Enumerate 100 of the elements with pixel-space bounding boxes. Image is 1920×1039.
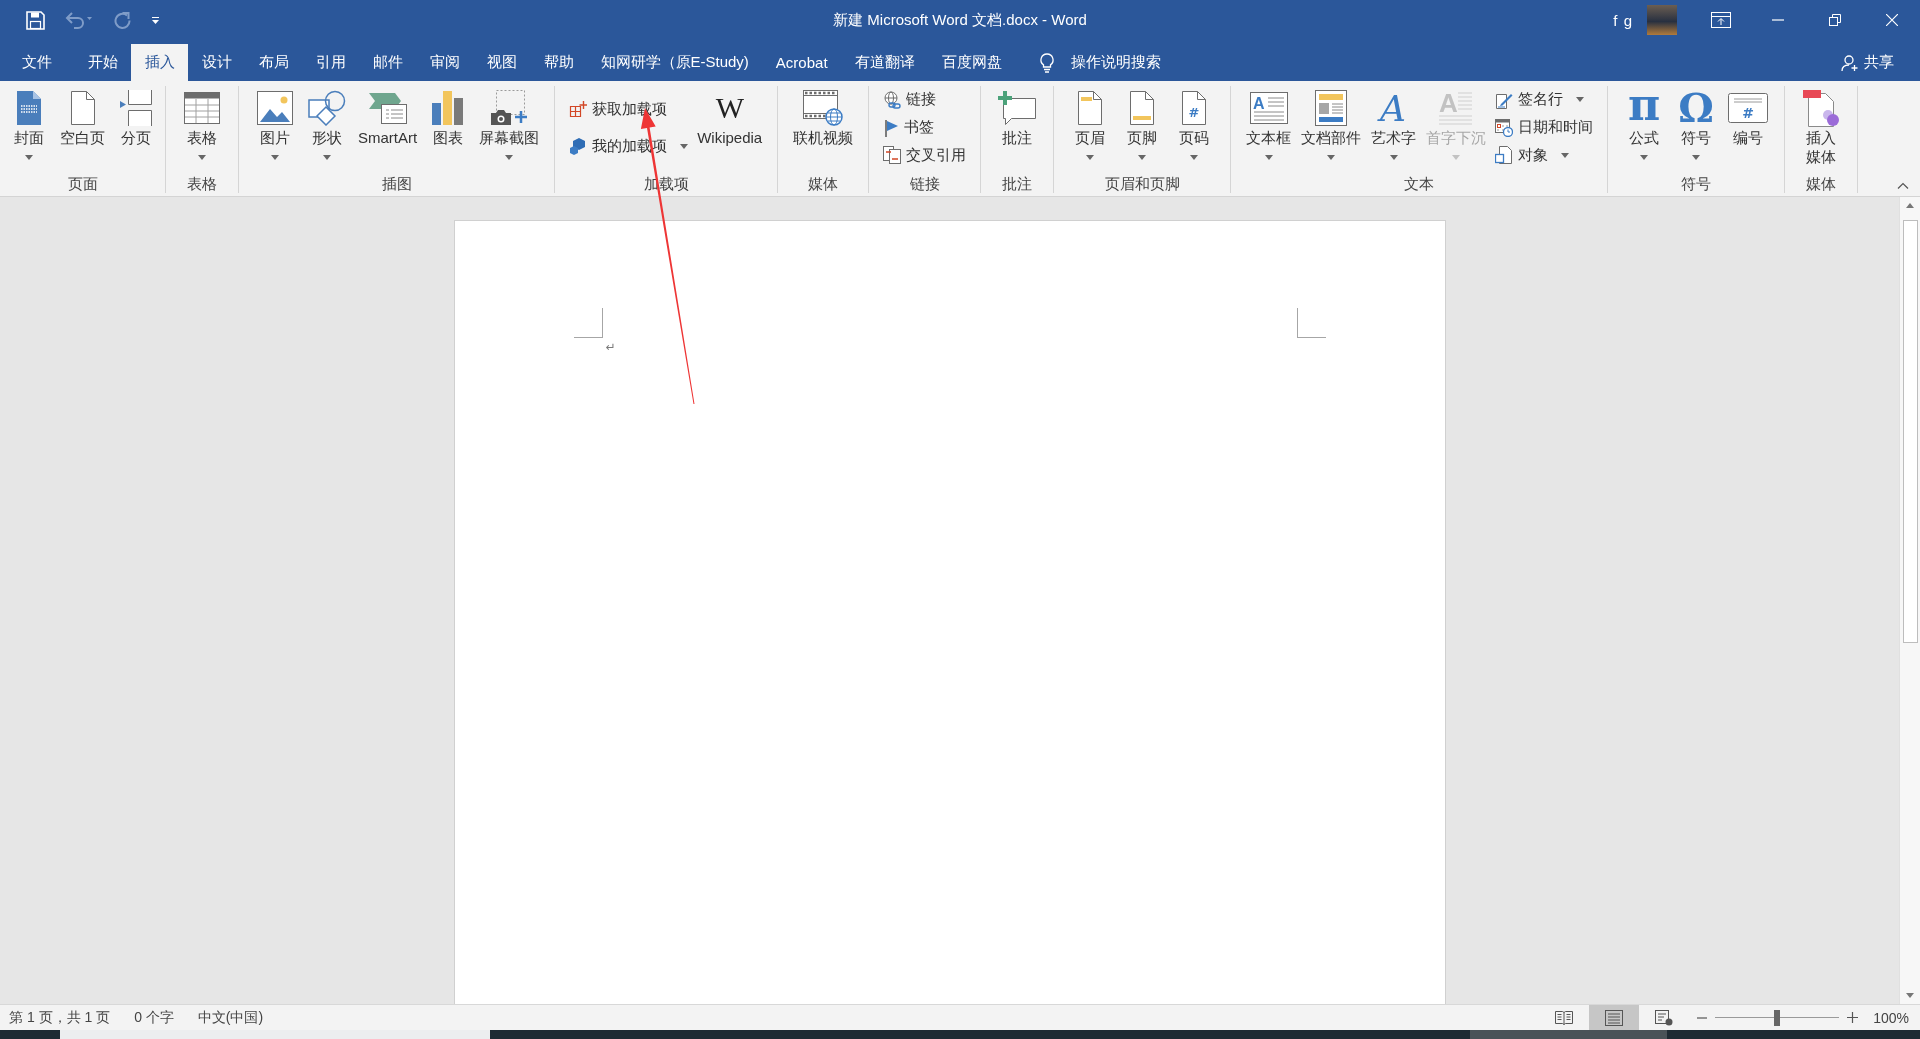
picture-icon <box>257 91 293 125</box>
window-title: 新建 Microsoft Word 文档.docx - Word <box>833 10 1087 30</box>
caret-icon <box>1561 152 1570 158</box>
book-icon <box>1555 1009 1574 1026</box>
wikipedia-button[interactable]: W Wikipedia <box>692 86 768 175</box>
ribbon-tab[interactable]: 知网研学（原E-Study) <box>587 44 763 81</box>
ribbon-tab[interactable]: 文件 <box>8 44 65 81</box>
omega-icon: Ω <box>1677 91 1716 125</box>
caret-icon <box>1190 155 1199 160</box>
cover-page-button[interactable]: 封面 <box>3 86 55 175</box>
print-layout-button[interactable] <box>1589 1005 1640 1030</box>
grid-plus-icon <box>569 100 588 118</box>
zoom-percent[interactable]: 100% <box>1873 1009 1909 1026</box>
down-arrow-icon <box>1906 993 1914 998</box>
ribbon-tab[interactable]: 审阅 <box>416 44 473 81</box>
ribbon-tab[interactable]: 百度网盘 <box>928 44 1016 81</box>
smartart-button[interactable]: SmartArt <box>353 86 423 175</box>
ribbon-tab[interactable]: 有道翻译 <box>841 44 929 81</box>
calendar-clock-icon <box>1495 118 1514 137</box>
symbol-button[interactable]: Ω 符号 <box>1670 86 1723 175</box>
online-video-button[interactable]: 联机视频 <box>788 86 859 175</box>
share-button[interactable]: 共享 <box>1841 44 1894 81</box>
bookmark-button[interactable]: 书签 <box>879 113 971 142</box>
shapes-icon <box>308 90 346 126</box>
letter-a-icon: A <box>1373 89 1414 127</box>
equation-button[interactable]: π 公式 <box>1618 86 1671 175</box>
group-label: 页眉和页脚 <box>1104 175 1180 193</box>
page-globe-icon <box>1655 1009 1674 1026</box>
ribbon-tab[interactable]: 设计 <box>188 44 245 81</box>
camera-frame-icon <box>490 90 529 126</box>
tell-me-button[interactable]: 操作说明搜索 <box>1039 44 1162 81</box>
caret-icon <box>271 155 279 160</box>
chevron-up-icon <box>1897 181 1909 189</box>
media-page-icon <box>1802 89 1841 127</box>
footer-button[interactable]: 页脚 <box>1116 86 1169 175</box>
ribbon-tab[interactable]: 开始 <box>74 44 131 81</box>
chart-button[interactable]: 图表 <box>422 86 475 175</box>
corner-mark-icon <box>1296 308 1326 338</box>
globe-link-icon <box>883 90 902 109</box>
ribbon-tab[interactable]: 邮件 <box>359 44 416 81</box>
comment-button[interactable]: 批注 <box>991 86 1044 175</box>
blank-page-button[interactable]: 空白页 <box>55 86 110 175</box>
document-parts-button[interactable]: 文档部件 <box>1296 86 1367 175</box>
ribbon-tab[interactable]: 视图 <box>473 44 530 81</box>
header-button[interactable]: 页眉 <box>1064 86 1117 175</box>
group-label: 链接 <box>909 175 940 193</box>
caret-icon <box>323 155 331 160</box>
signature-line-button[interactable]: 签名行 <box>1491 86 1598 114</box>
page-number-button[interactable]: # 页码 <box>1168 86 1221 175</box>
corner-mark-icon <box>573 308 603 338</box>
scrollbar-thumb[interactable] <box>1902 220 1918 643</box>
text-box-button[interactable]: A 文本框 <box>1241 86 1297 175</box>
shapes-button[interactable]: 形状 <box>301 86 353 175</box>
insert-media-button[interactable]: 插入媒体 <box>1795 86 1848 175</box>
avatar-photo-placeholder[interactable] <box>1647 5 1677 35</box>
object-button[interactable]: 对象 <box>1491 141 1598 169</box>
w-logo-icon: W <box>713 95 746 121</box>
language-status[interactable]: 中文(中国) <box>197 1008 264 1027</box>
redo-icon <box>113 11 131 29</box>
minus-icon <box>1697 1016 1708 1019</box>
table-button[interactable]: 表格 <box>176 86 228 175</box>
person-add-icon <box>1841 53 1859 72</box>
close-icon <box>1885 14 1898 26</box>
ribbon-tab[interactable]: 插入 <box>131 44 188 81</box>
chevron-card-icon <box>367 91 408 125</box>
restore-icon <box>1828 14 1841 26</box>
wordart-button[interactable]: A 艺术字 <box>1366 86 1422 175</box>
page-top-bar-icon <box>1077 90 1104 126</box>
date-time-button[interactable]: 日期和时间 <box>1491 113 1598 142</box>
ribbon-tab[interactable]: 帮助 <box>530 44 587 81</box>
cubes-icon <box>569 137 588 155</box>
minimize-icon <box>1771 19 1784 21</box>
cross-reference-icon <box>883 146 902 165</box>
page-square-icon <box>1495 146 1514 165</box>
zoom-slider-thumb[interactable] <box>1774 1009 1781 1026</box>
document-page[interactable]: ↵ <box>454 221 1445 1004</box>
up-arrow-icon <box>1906 203 1914 208</box>
user-name[interactable]: f g <box>1613 11 1633 29</box>
page-count[interactable]: 第 1 页，共 1 页 <box>9 1008 111 1027</box>
cross-reference-button[interactable]: 交叉引用 <box>879 141 971 169</box>
vertical-scrollbar[interactable] <box>1899 197 1920 1004</box>
ribbon-tab[interactable]: 引用 <box>302 44 359 81</box>
page-bottom-bar-icon <box>1129 90 1156 126</box>
cover-page-icon <box>16 90 42 126</box>
numbering-button[interactable]: # 编号 <box>1722 86 1775 175</box>
group-label: 媒体 <box>808 175 839 193</box>
undo-icon <box>65 11 93 29</box>
caret-icon <box>505 155 514 160</box>
caret-icon <box>25 155 33 160</box>
paragraph-mark: ↵ <box>605 340 616 354</box>
word-count[interactable]: 0 个字 <box>134 1008 174 1027</box>
caret-icon <box>1327 155 1336 160</box>
link-button[interactable]: 链接 <box>879 86 971 114</box>
caret-icon <box>1640 155 1649 160</box>
page-break-button[interactable]: 分页 <box>110 86 162 175</box>
screenshot-button[interactable]: 屏幕截图 <box>474 86 545 175</box>
ribbon-tab[interactable]: Acrobat <box>762 44 842 81</box>
ribbon-tab[interactable]: 布局 <box>245 44 302 81</box>
pictures-button[interactable]: 图片 <box>249 86 301 175</box>
caret-icon <box>1264 155 1273 160</box>
